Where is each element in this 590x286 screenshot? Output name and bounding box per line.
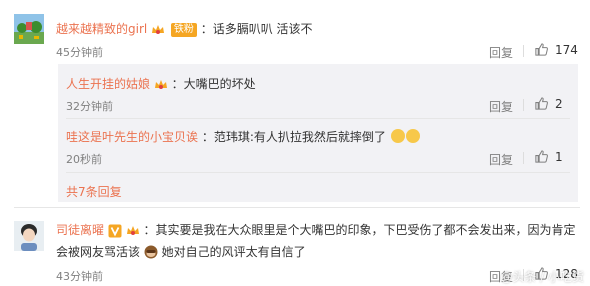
- reply-button[interactable]: 回复: [489, 44, 513, 61]
- reply-button[interactable]: 回复: [489, 98, 513, 115]
- monkey-emoji-icon: [144, 245, 158, 259]
- comment-time: 43分钟前: [56, 270, 103, 283]
- like-button[interactable]: 2: [534, 96, 563, 111]
- thumbs-up-icon: [535, 43, 548, 56]
- divider: [523, 99, 524, 111]
- reply-time: 20秒前: [66, 153, 102, 166]
- comment-text: ：话多膈叭叭 活该不: [200, 22, 313, 36]
- like-count: 2: [555, 96, 563, 111]
- vip-crown-icon: [154, 79, 167, 89]
- comment-text: ：其实要是我在大众眼里是个大嘴巴的印象，下巴受伤了都不会发出来，因为肯定: [143, 223, 576, 237]
- username-link[interactable]: 人生开挂的姑娘: [66, 77, 150, 91]
- reply-divider: [66, 172, 570, 173]
- emoji-face-icon: [405, 129, 420, 143]
- username-link[interactable]: 司徒离曜: [56, 223, 104, 237]
- comment-divider: [14, 207, 580, 208]
- reply-header: 哇这是叶先生的小宝贝诶 ：范玮琪:有人扒拉我然后就摔倒了: [66, 128, 420, 145]
- username-link[interactable]: 越来越精致的girl: [56, 22, 147, 36]
- reply-thread: 人生开挂的姑娘 ：大嘴巴的坏处 32分钟前 回复 2 哇这是叶先生的小宝贝诶 ：…: [58, 64, 578, 202]
- divider: [523, 45, 524, 57]
- avatar[interactable]: [14, 14, 44, 44]
- reply-divider: [66, 118, 570, 119]
- divider: [523, 152, 524, 164]
- like-button[interactable]: 174: [534, 42, 578, 57]
- more-replies-link[interactable]: 共7条回复: [66, 183, 122, 200]
- avatar[interactable]: [14, 221, 44, 251]
- comment-text-continued: 会被网友骂活该 她对自己的风评太有自信了: [56, 245, 306, 259]
- reply-header: 人生开挂的姑娘 ：大嘴巴的坏处: [66, 75, 256, 92]
- emoji-face-icon: [390, 129, 405, 143]
- like-button[interactable]: 1: [534, 149, 563, 164]
- username-link[interactable]: 哇这是叶先生的小宝贝诶: [66, 130, 198, 144]
- reply-time: 32分钟前: [66, 100, 113, 113]
- reply-text: ：大嘴巴的坏处: [171, 77, 256, 91]
- like-count: 1: [555, 149, 563, 164]
- comment-header: 司徒离曜 ：其实要是我在大众眼里是个大嘴巴的印象，下巴受伤了都不会发出来，因为肯…: [56, 221, 576, 238]
- vip-crown-icon: [126, 225, 139, 235]
- vip-crown-icon: [152, 24, 165, 34]
- watermark: @头条 / 小吃货: [500, 270, 584, 284]
- vip-badge-icon: [108, 224, 122, 237]
- comment-time: 45分钟前: [56, 46, 103, 59]
- reply-text: ：范玮琪:有人扒拉我然后就摔倒了: [201, 130, 386, 144]
- like-count: 174: [555, 42, 578, 57]
- fan-badge: 铁粉: [170, 22, 197, 37]
- thumbs-up-icon: [535, 97, 548, 110]
- comment-header: 越来越精致的girl 铁粉 ：话多膈叭叭 活该不: [56, 20, 313, 37]
- reply-button[interactable]: 回复: [489, 151, 513, 168]
- thumbs-up-icon: [535, 150, 548, 163]
